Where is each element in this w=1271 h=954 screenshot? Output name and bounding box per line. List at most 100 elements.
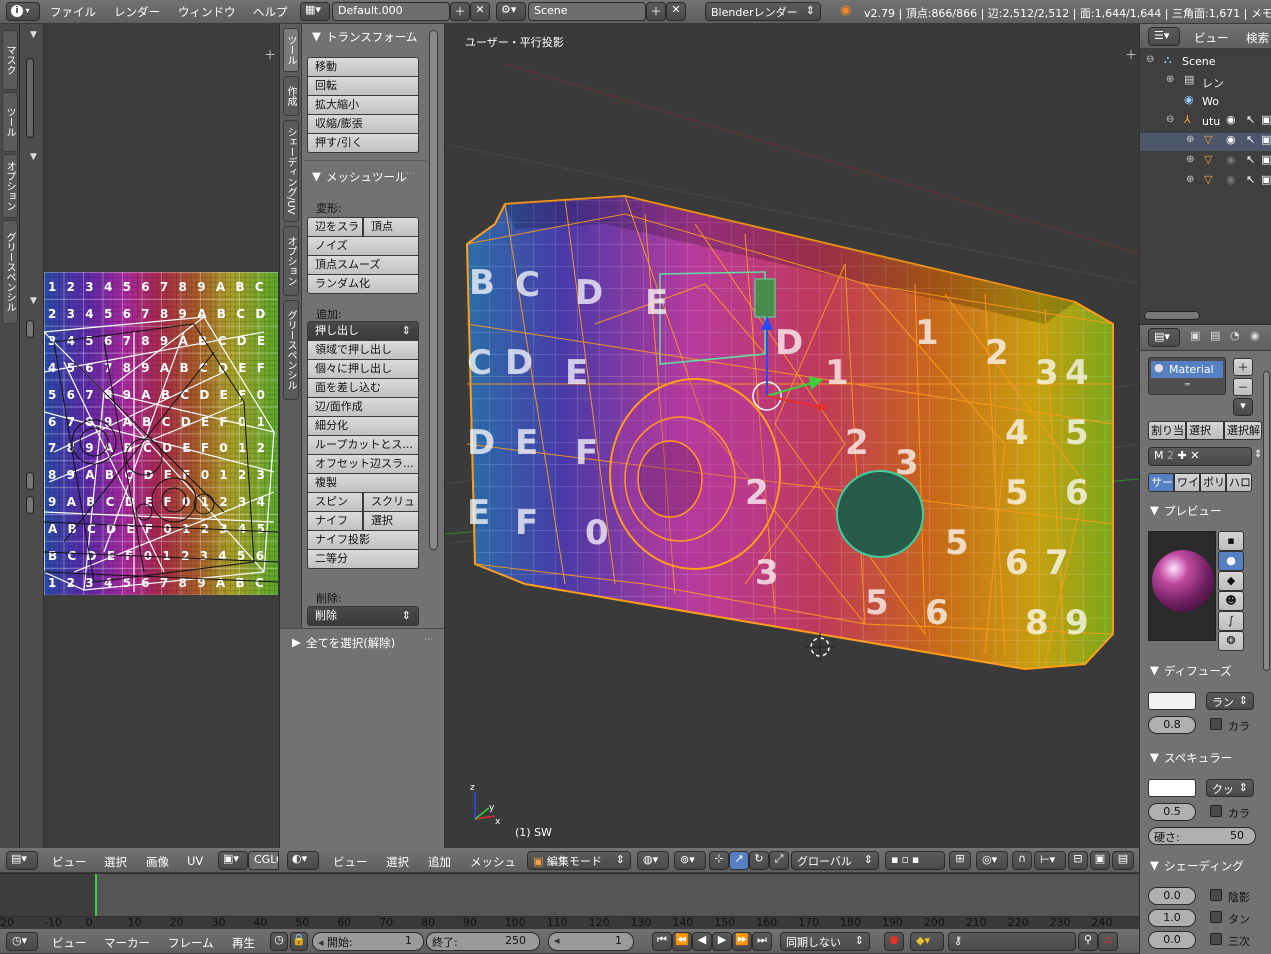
mesh-tools-title[interactable]: メッシュツール [326, 169, 407, 185]
uv-tab-grease[interactable]: グリースペンシル [2, 220, 18, 324]
translate-manipulator-button[interactable]: ↗ [729, 851, 749, 870]
uv-tab-options[interactable]: オプション [2, 154, 18, 218]
keying-set-field[interactable]: ⚷ [948, 932, 1076, 951]
noise-button[interactable]: ノイズ [307, 236, 419, 256]
outliner-row-mesh-3[interactable]: ⊕ ▽ ◉ ↖ ▣ [1140, 173, 1271, 191]
outliner-row-render-layers[interactable]: ⊕ ▤ レン [1140, 73, 1271, 91]
layer-buttons[interactable]: ▪▫▪ [885, 851, 945, 870]
uv-menu-uv[interactable]: UV [187, 854, 203, 868]
select-all-panel-arrow-icon[interactable]: ▶ [292, 635, 301, 649]
preview-flat-button[interactable]: ▪ [1218, 531, 1244, 551]
mode-select[interactable]: ▣ 編集モード ⇕ [527, 851, 631, 870]
randomize-button[interactable]: ランダム化 [307, 274, 419, 294]
timeline[interactable]: -20 -10 0 10 20 30 40 50 60 70 80 90 100 110 120 130 140… [0, 873, 1139, 929]
world-context-icon[interactable]: ◉ [1250, 329, 1260, 342]
info-editor-type-button[interactable]: i ▾ [6, 2, 40, 21]
screw-button[interactable]: スクリュ [363, 492, 419, 512]
assign-material-button[interactable]: 割り当 [1148, 421, 1186, 440]
play-button[interactable]: ▶ [712, 932, 732, 951]
visibility-eye-icon[interactable]: ◉ [1226, 153, 1236, 166]
specular-title[interactable]: スペキュラー [1164, 750, 1232, 766]
material-type-surface-tab[interactable]: サー [1148, 473, 1174, 492]
keying-set-select[interactable]: ◆▾ [910, 932, 944, 951]
scene-field[interactable]: Scene [528, 2, 646, 21]
extrude-individual-button[interactable]: 個々に押し出し [307, 359, 419, 379]
smooth-vertex-button[interactable]: 頂点スムーズ [307, 255, 419, 275]
preview-hair-button[interactable]: ∫ [1218, 611, 1244, 631]
end-frame-field[interactable]: 終了: 250 [426, 932, 540, 951]
preview-monkey-button[interactable]: ☻ [1218, 591, 1244, 611]
3d-viewport[interactable]: ユーザー・平行投影 ＋ B C D E C D E D E F E F 0 D … [444, 24, 1139, 848]
outliner-editor-type-button[interactable]: ☰▾ [1148, 27, 1180, 46]
screen-layout-icon[interactable]: ▦▾ [300, 2, 330, 21]
list-resize-icon[interactable]: ═ [1185, 380, 1190, 389]
properties-scrollbar[interactable] [1263, 371, 1270, 671]
extrude-region-button[interactable]: 領域で押し出し [307, 340, 419, 360]
offset-edge-slide-button[interactable]: オフセット辺スラ... [307, 454, 419, 474]
view-menu[interactable]: ビュー [333, 854, 368, 870]
preview-title[interactable]: プレビュー [1164, 503, 1222, 519]
collapse-arrow-icon[interactable]: ▼ [30, 152, 37, 162]
specular-shader-select[interactable]: クッ ⇕ [1206, 779, 1254, 797]
extrude-dropdown[interactable]: 押し出し ⇕ [307, 321, 419, 341]
menu-window[interactable]: ウィンドウ [178, 4, 236, 20]
insert-keyframe-button[interactable]: ⚲ [1078, 932, 1098, 951]
deselect-material-button[interactable]: 選択解 [1224, 421, 1262, 440]
timeline-view-menu[interactable]: ビュー [52, 935, 87, 951]
material-slot-list[interactable]: ● Material ═ [1148, 357, 1226, 395]
scale-button[interactable]: 拡大縮小 [307, 95, 419, 115]
shading-arrow-icon[interactable]: ▼ [1150, 858, 1159, 872]
knife-button[interactable]: ナイフ [307, 511, 363, 531]
image-name-field[interactable]: CGLO [248, 851, 279, 870]
selectable-arrow-icon[interactable]: ↖ [1246, 173, 1255, 186]
diffuse-intensity-field[interactable]: 0.8 [1148, 716, 1196, 734]
record-button[interactable]: ● [884, 932, 904, 951]
transform-panel-arrow-icon[interactable]: ▼ [312, 29, 321, 43]
properties-editor-type-button[interactable]: ▤▾ [1148, 328, 1180, 347]
shelf-tab-tools[interactable]: ツール [283, 28, 299, 72]
menu-file[interactable]: ファイル [50, 4, 96, 20]
drag-handle-icon[interactable]: ⋯ [406, 29, 415, 39]
subdivide-button[interactable]: 細分化 [307, 416, 419, 436]
uv-checker-image[interactable]: 123456789ABC 23456789ABCD 3456789ABCDE 4567… [44, 272, 278, 595]
spin-button[interactable]: スピン [307, 492, 363, 512]
expand-icon[interactable]: ⊕ [1166, 74, 1174, 85]
preview-range-toggle[interactable]: ◷ [270, 932, 288, 951]
uv-region-handle[interactable] [26, 472, 34, 490]
render-preview-button[interactable]: ▣ [1090, 851, 1110, 870]
uv-tab-tools[interactable]: ツール [2, 92, 18, 152]
snap-toggle[interactable]: ∩ [1012, 851, 1032, 870]
selectable-arrow-icon[interactable]: ↖ [1246, 153, 1255, 166]
play-reverse-button[interactable]: ◀ [692, 932, 712, 951]
collapse-icon[interactable]: ⊖ [1146, 54, 1154, 65]
move-button[interactable]: 移動 [307, 57, 419, 77]
material-browse-field[interactable]: M 2 ✚ ✕ [1148, 447, 1252, 466]
collapse-arrow-icon[interactable]: ▼ [30, 296, 37, 306]
collapse-arrow-icon[interactable]: ▼ [30, 30, 37, 40]
uv-add-region-icon[interactable]: ＋ [264, 46, 276, 63]
timeline-frame-menu[interactable]: フレーム [168, 935, 214, 951]
hardness-field[interactable]: 硬さ: 50 [1148, 827, 1256, 845]
shelf-tab-shading-uv[interactable]: シェーディング/UV [283, 120, 299, 222]
uv-region-handle[interactable] [26, 320, 34, 338]
specular-intensity-field[interactable]: 0.5 [1148, 803, 1196, 821]
uv-editor-type-button[interactable]: ▤▾ [6, 851, 38, 870]
push-pull-button[interactable]: 押す/引く [307, 133, 419, 153]
menu-render[interactable]: レンダー [114, 4, 160, 20]
cubic-checkbox[interactable] [1210, 933, 1222, 945]
jump-end-button[interactable]: ⏭ [752, 932, 772, 951]
material-type-wire-tab[interactable]: ワイ [1174, 473, 1200, 492]
uv-menu-select[interactable]: 選択 [104, 854, 127, 870]
tangent-checkbox[interactable] [1210, 911, 1222, 923]
shading-title[interactable]: シェーディング [1164, 858, 1244, 874]
shading-select[interactable]: ◍▾ [637, 851, 669, 870]
shelf-tab-options[interactable]: オプション [283, 226, 299, 296]
fake-user-icon[interactable]: ✚ [1178, 449, 1187, 462]
timeline-editor-type-button[interactable]: ◷▾ [6, 932, 38, 951]
visibility-eye-icon[interactable]: ◉ [1226, 113, 1236, 126]
render-camera-icon[interactable]: ▣ [1261, 153, 1271, 166]
specular-arrow-icon[interactable]: ▼ [1150, 750, 1159, 764]
scene-add-button[interactable]: ＋ [646, 2, 666, 21]
material-type-volume-tab[interactable]: ポリ [1200, 473, 1226, 492]
visibility-eye-icon[interactable]: ◉ [1226, 173, 1236, 186]
